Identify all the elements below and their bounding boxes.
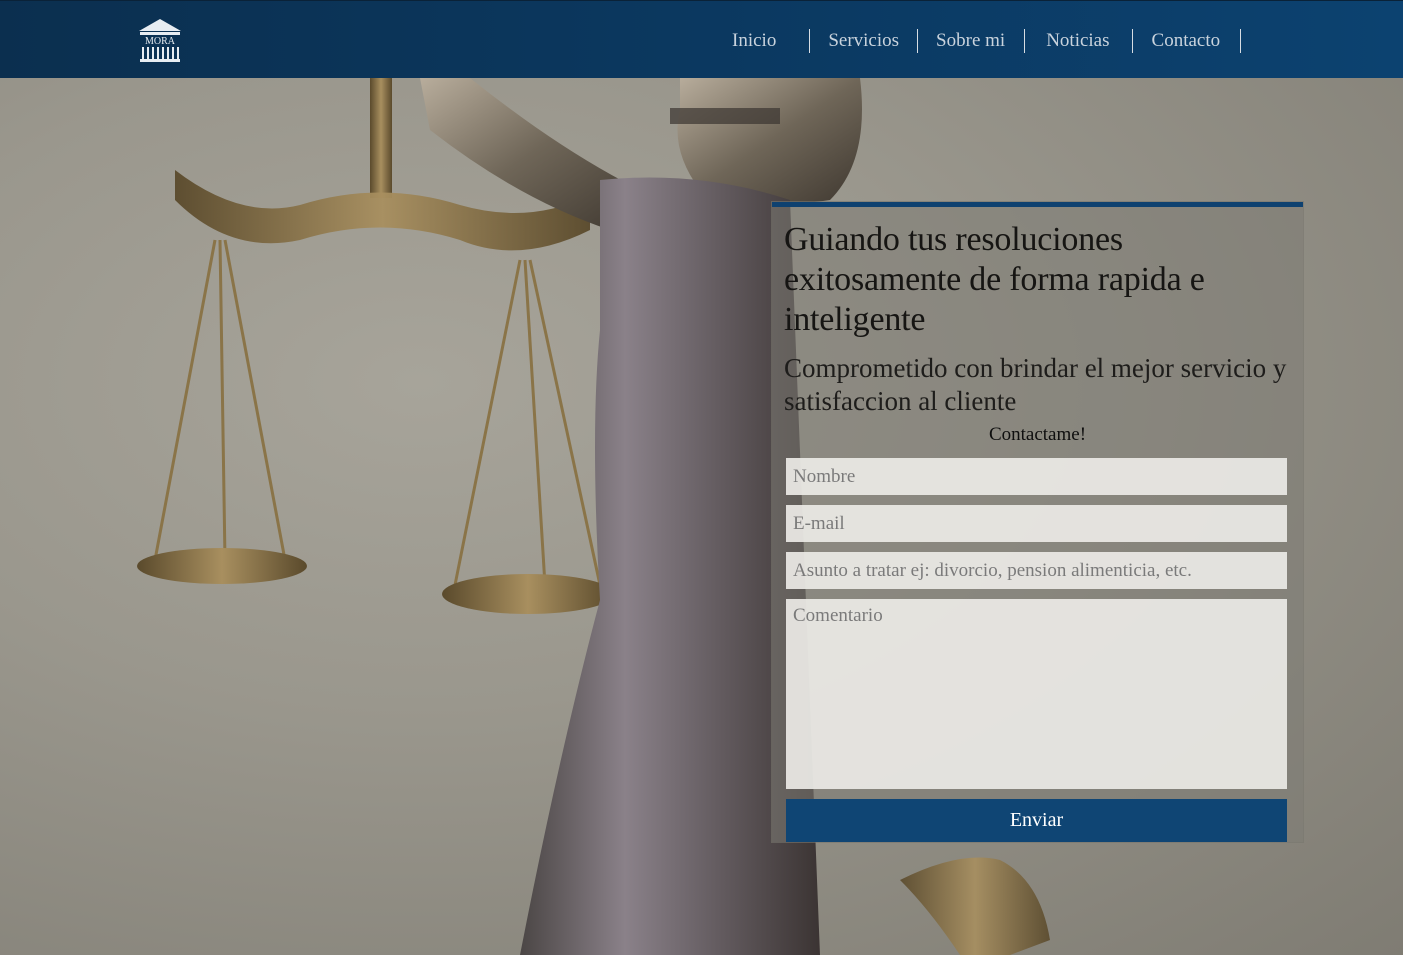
card-title: Guiando tus resoluciones exitosamente de… bbox=[784, 221, 1205, 338]
nav-item-contacto[interactable]: Contacto bbox=[1133, 29, 1242, 53]
name-input[interactable] bbox=[786, 458, 1287, 495]
contact-card: Guiando tus resoluciones exitosamente de… bbox=[772, 202, 1303, 842]
main-nav: Inicio Servicios Sobre mi Noticias Conta… bbox=[714, 29, 1242, 53]
logo-text: MORA bbox=[145, 36, 176, 47]
email-input[interactable] bbox=[786, 505, 1287, 542]
logo-courthouse-icon[interactable]: MORA bbox=[137, 17, 183, 65]
card-subtitle: Comprometido con brindar el mejor servic… bbox=[784, 353, 1287, 416]
nav-item-inicio[interactable]: Inicio bbox=[714, 29, 811, 53]
send-button[interactable]: Enviar bbox=[786, 799, 1287, 842]
subject-input[interactable] bbox=[786, 552, 1287, 589]
contact-cta-label: Contactame! bbox=[988, 424, 1087, 445]
nav-item-servicios[interactable]: Servicios bbox=[810, 29, 919, 53]
nav-item-noticias[interactable]: Noticias bbox=[1025, 29, 1133, 53]
top-navbar: MORA Inicio Servicios Sobre mi Noticias … bbox=[0, 0, 1403, 78]
nav-item-sobre-mi[interactable]: Sobre mi bbox=[918, 29, 1026, 53]
comment-textarea[interactable] bbox=[786, 599, 1287, 789]
